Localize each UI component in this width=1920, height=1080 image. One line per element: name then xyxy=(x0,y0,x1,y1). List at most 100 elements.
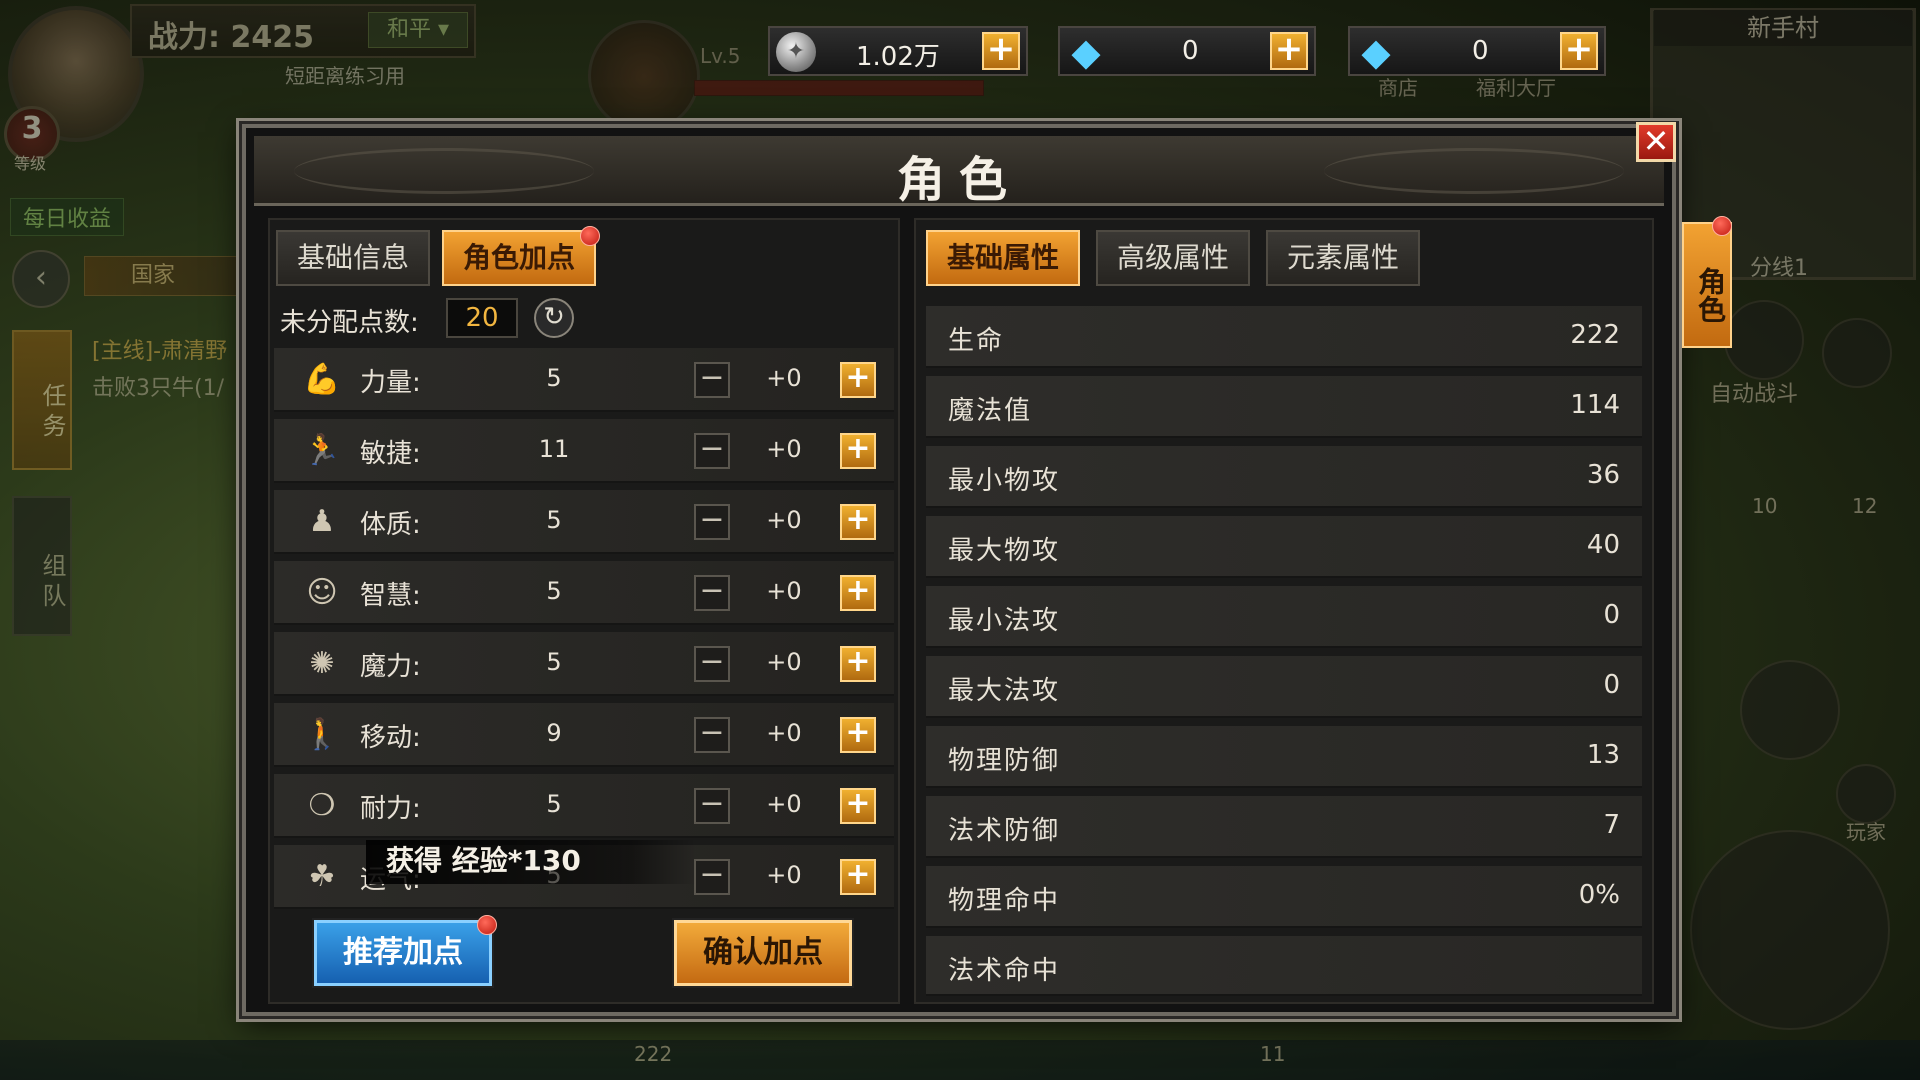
decrease-wisdom-button[interactable]: − xyxy=(694,575,730,611)
attribute-added: +0 xyxy=(766,577,802,605)
attribute-row-wisdom: ☺ 智慧: 5 − +0 + xyxy=(274,561,894,625)
attribute-added: +0 xyxy=(766,435,802,463)
increase-luck-button[interactable]: + xyxy=(840,859,876,895)
close-button[interactable]: ✕ xyxy=(1636,122,1676,162)
exp-gain-toast: 获得 经验*130 xyxy=(366,840,696,884)
collapse-arrow-icon[interactable]: ‹ xyxy=(12,250,70,308)
panel-header: 角色 xyxy=(254,136,1664,208)
decrease-luck-button[interactable]: − xyxy=(694,859,730,895)
constitution-body-icon: ♟ xyxy=(308,504,336,539)
magic-brain-icon: ✺ xyxy=(309,646,335,681)
skill-slot[interactable] xyxy=(1740,660,1840,760)
attribute-row-constitution: ♟ 体质: 5 − +0 + xyxy=(274,490,894,554)
tab-advanced-stats-label: 高级属性 xyxy=(1116,241,1229,274)
quest-title[interactable]: [主线]-肃清野 xyxy=(92,334,227,370)
confirm-points-label: 确认加点 xyxy=(703,935,823,970)
tab-basic-info[interactable]: 基础信息 xyxy=(276,230,430,286)
luck-clover-icon: ☘ xyxy=(308,859,336,894)
player-list-icon[interactable] xyxy=(1836,764,1896,824)
attribute-value: 5 xyxy=(546,577,562,605)
bottom-hp-value: 222 xyxy=(634,1042,673,1066)
stat-value: 36 xyxy=(1586,460,1620,490)
reset-icon[interactable]: ↻ xyxy=(534,298,574,338)
tab-advanced-stats[interactable]: 高级属性 xyxy=(1096,230,1250,286)
recommend-points-button[interactable]: 推荐加点 xyxy=(314,915,497,986)
mount-level: Lv.5 xyxy=(700,44,741,68)
unallocated-label: 未分配点数: xyxy=(280,308,419,338)
diamond-value: 0 xyxy=(1472,36,1489,66)
shop-label[interactable]: 商店 xyxy=(1378,72,1418,101)
auto-fight-swords-icon[interactable] xyxy=(1724,300,1804,380)
decrease-constitution-button[interactable]: − xyxy=(694,504,730,540)
stat-name: 最大法攻 xyxy=(948,676,1061,706)
stat-value: 0% xyxy=(1578,880,1620,910)
stat-value: 0 xyxy=(1603,670,1620,700)
tab-attribute-points[interactable]: 角色加点 xyxy=(442,226,600,286)
combat-power-text: 战力: 2425 xyxy=(148,12,314,56)
attribute-name: 体质: xyxy=(360,510,421,540)
stats-pane: 基础属性 高级属性 元素属性 生命 222 魔法值 114 最小物攻 36 最大… xyxy=(914,218,1654,1004)
nation-button[interactable]: 国家 xyxy=(84,256,244,296)
tab-basic-stats[interactable]: 基础属性 xyxy=(926,230,1080,286)
increase-movement-button[interactable]: + xyxy=(840,717,876,753)
increase-stamina-button[interactable]: + xyxy=(840,788,876,824)
slot-count-1: 10 xyxy=(1752,494,1778,518)
minimap-title: 新手村 xyxy=(1654,10,1912,46)
stat-name: 生命 xyxy=(948,326,1005,356)
locked-diamond-icon: ◆ xyxy=(1071,30,1101,74)
stat-row: 最大法攻 0 xyxy=(926,656,1642,718)
add-locked-diamond-button[interactable]: + xyxy=(1270,32,1308,70)
level-label: 等级 xyxy=(14,154,47,173)
mount-portrait[interactable] xyxy=(588,20,700,132)
stat-value: 7 xyxy=(1603,810,1620,840)
daily-income-button[interactable]: 每日收益 xyxy=(10,198,125,236)
diamond-currency: ◆ 0 + xyxy=(1348,26,1606,76)
team-tab[interactable]: 组队 xyxy=(12,496,72,636)
quest-tab[interactable]: 任务 xyxy=(12,330,72,470)
stat-value: 40 xyxy=(1586,530,1620,560)
pk-mode-label: 和平 xyxy=(386,17,431,42)
increase-magic-button[interactable]: + xyxy=(840,646,876,682)
pk-mode-dropdown[interactable]: 和平 ▾ xyxy=(368,12,468,48)
increase-agility-button[interactable]: + xyxy=(840,433,876,469)
decrease-magic-button[interactable]: − xyxy=(694,646,730,682)
channel-line[interactable]: 分线1 xyxy=(1750,250,1808,282)
welfare-hall-label[interactable]: 福利大厅 xyxy=(1476,72,1556,101)
notification-dot xyxy=(580,226,600,246)
player-label[interactable]: 玩家 xyxy=(1846,816,1886,845)
attribute-value: 11 xyxy=(538,435,570,463)
increase-constitution-button[interactable]: + xyxy=(840,504,876,540)
attribute-added: +0 xyxy=(766,790,802,818)
decrease-movement-button[interactable]: − xyxy=(694,717,730,753)
stat-row: 物理命中 0% xyxy=(926,866,1642,928)
attribute-row-movement: 🚶 移动: 9 − +0 + xyxy=(274,703,894,767)
stat-name: 物理防御 xyxy=(948,746,1061,776)
decrease-strength-button[interactable]: − xyxy=(694,362,730,398)
notification-dot xyxy=(477,915,497,935)
crosshair-icon[interactable] xyxy=(1822,318,1892,388)
decrease-stamina-button[interactable]: − xyxy=(694,788,730,824)
increase-strength-button[interactable]: + xyxy=(840,362,876,398)
character-panel: 角色 ✕ 基础信息 角色加点 未分配点数: 20 ↻ 💪 力量: 5 − +0 … xyxy=(242,122,1676,1016)
auto-fight-label[interactable]: 自动战斗 xyxy=(1710,376,1798,408)
stat-name: 最大物攻 xyxy=(948,536,1061,566)
tab-element-stats[interactable]: 元素属性 xyxy=(1266,230,1420,286)
decrease-agility-button[interactable]: − xyxy=(694,433,730,469)
attribute-value: 5 xyxy=(546,364,562,392)
attack-swords-button[interactable] xyxy=(1690,830,1890,1030)
side-tab-character[interactable]: 角色 xyxy=(1682,216,1732,348)
stat-row: 物理防御 13 xyxy=(926,726,1642,788)
attribute-name: 智慧: xyxy=(360,581,421,611)
add-silver-button[interactable]: + xyxy=(982,32,1020,70)
attribute-added: +0 xyxy=(766,861,802,889)
silver-coin-icon: ✦ xyxy=(776,32,816,72)
tab-attribute-points-label: 角色加点 xyxy=(462,241,575,274)
add-diamond-button[interactable]: + xyxy=(1560,32,1598,70)
quest-description[interactable]: 击败3只牛(1/ xyxy=(92,370,224,402)
strength-arm-icon: 💪 xyxy=(303,362,341,397)
increase-wisdom-button[interactable]: + xyxy=(840,575,876,611)
attribute-row-strength: 💪 力量: 5 − +0 + xyxy=(274,348,894,412)
confirm-points-button[interactable]: 确认加点 xyxy=(674,920,852,986)
attribute-name: 力量: xyxy=(360,368,421,398)
attribute-added: +0 xyxy=(766,719,802,747)
